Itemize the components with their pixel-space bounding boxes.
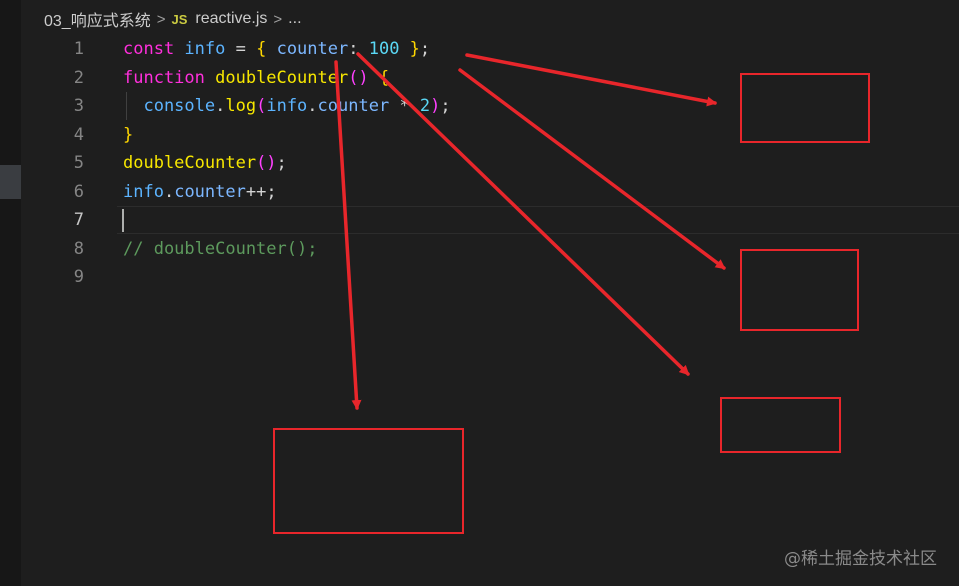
annotation-overlay — [273, 52, 870, 534]
annotation-arrow-2 — [458, 68, 726, 270]
annotation-arrow-3 — [356, 52, 690, 376]
annotation-arrow-1 — [465, 53, 717, 107]
annotation-box-2 — [740, 249, 859, 331]
annotation-arrow-4 — [334, 60, 362, 410]
annotation-box-1 — [740, 73, 870, 143]
annotation-box-4 — [273, 428, 464, 534]
watermark: @稀土掘金技术社区 — [784, 549, 937, 569]
annotation-box-3 — [720, 397, 841, 453]
